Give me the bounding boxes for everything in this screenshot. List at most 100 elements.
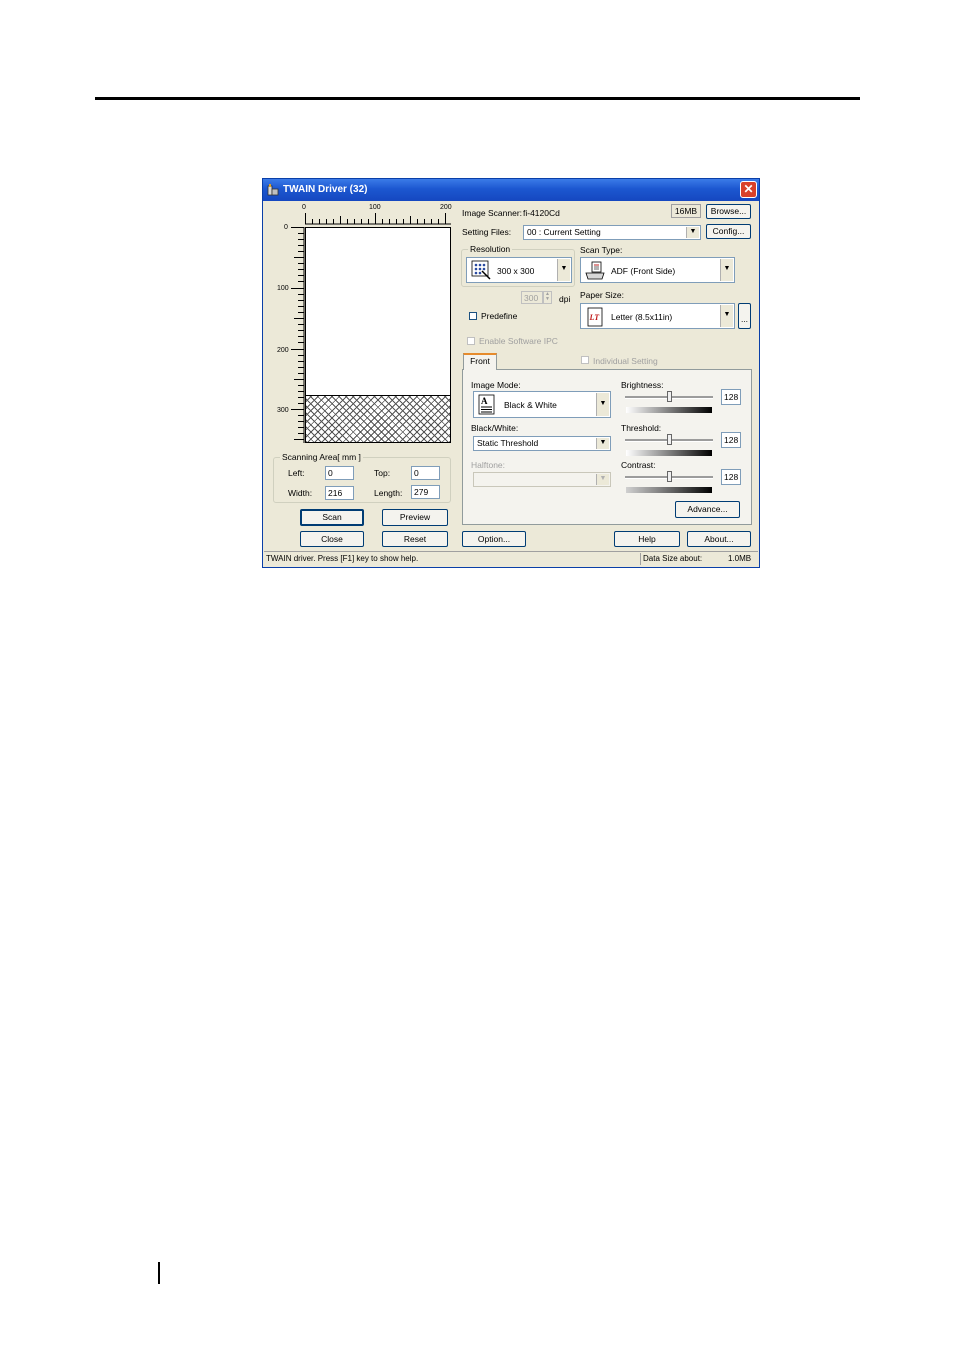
resolution-select[interactable]: 300 x 300 ▼ (466, 257, 572, 283)
svg-text:LT: LT (589, 313, 601, 322)
ruler-left-tick-label: 100 (277, 285, 289, 292)
chevron-down-icon: ▼ (596, 474, 609, 485)
status-help-text: TWAIN driver. Press [F1] key to show hel… (266, 554, 419, 563)
out-of-range-area (305, 395, 451, 443)
adf-scanner-icon (585, 261, 605, 280)
resolution-value: 300 x 300 (497, 266, 535, 276)
image-mode-value: Black & White (504, 400, 557, 410)
contrast-gradient (626, 487, 712, 493)
resolution-icon (471, 260, 491, 280)
contrast-input[interactable]: 128 (721, 469, 741, 485)
width-input[interactable]: 216 (325, 486, 354, 500)
image-mode-label: Image Mode: (471, 380, 521, 390)
status-data-size-value: 1.0MB (728, 554, 752, 563)
custom-dpi-input: 300 (521, 291, 543, 304)
black-white-mode-icon: A (478, 394, 495, 415)
advance-button[interactable]: Advance... (675, 501, 740, 518)
length-input[interactable]: 279 (411, 485, 440, 499)
ruler-left-ticks (291, 227, 305, 443)
reset-button[interactable]: Reset (382, 531, 448, 547)
brightness-slider[interactable] (625, 390, 713, 404)
close-icon: ✕ (743, 182, 754, 196)
chevron-down-icon[interactable]: ▼ (557, 259, 570, 281)
width-label: Width: (288, 488, 313, 498)
left-label: Left: (288, 468, 305, 478)
page-header-rule (95, 97, 860, 100)
paper-size-more-button[interactable]: ... (738, 303, 751, 329)
close-window-button[interactable]: ✕ (740, 181, 757, 198)
letter-paper-icon: LT (587, 307, 603, 327)
ruler-left-tick-label: 0 (284, 224, 288, 231)
predefine-checkbox[interactable] (469, 312, 477, 320)
enable-software-ipc-label: Enable Software IPC (479, 336, 558, 346)
paper-size-select[interactable]: LT Letter (8.5x11in) ▼ (580, 303, 735, 329)
svg-text:A: A (481, 396, 488, 406)
title-bar[interactable]: TWAIN Driver (32) ✕ (263, 179, 759, 201)
setting-files-label: Setting Files: (462, 227, 512, 237)
black-white-value: Static Threshold (477, 438, 539, 448)
ruler-top-ticks (305, 213, 451, 225)
ruler-left-tick-label: 300 (277, 407, 289, 414)
left-input[interactable]: 0 (325, 466, 354, 480)
status-bar: TWAIN driver. Press [F1] key to show hel… (264, 551, 758, 567)
top-input[interactable]: 0 (411, 466, 440, 480)
scan-button[interactable]: Scan (300, 509, 364, 526)
brightness-slider-thumb[interactable] (667, 391, 672, 402)
threshold-gradient (626, 450, 712, 456)
black-white-select[interactable]: Static Threshold ▼ (473, 436, 611, 451)
length-label: Length: (374, 488, 403, 498)
scanner-memory-text: 16MB (674, 206, 698, 216)
brightness-input[interactable]: 128 (721, 389, 741, 405)
brightness-gradient (626, 407, 712, 413)
about-button[interactable]: About... (687, 531, 751, 547)
ruler-left-tick-label: 200 (277, 347, 289, 354)
halftone-label: Halftone: (471, 460, 506, 470)
ruler-top-tick-label: 200 (440, 204, 452, 211)
chevron-down-icon[interactable]: ▼ (720, 305, 733, 327)
chevron-down-icon[interactable]: ▼ (720, 259, 733, 281)
option-button[interactable]: Option... (462, 531, 526, 547)
contrast-slider-thumb[interactable] (667, 471, 672, 482)
status-divider (640, 553, 641, 565)
custom-dpi-spinner: ▲ ▼ (543, 291, 552, 304)
config-button[interactable]: Config... (706, 224, 751, 239)
ruler-top-tick-label: 100 (369, 204, 381, 211)
dpi-label: dpi (559, 294, 571, 304)
scan-type-select[interactable]: ADF (Front Side) ▼ (580, 257, 735, 283)
close-button[interactable]: Close (300, 531, 364, 547)
threshold-input[interactable]: 128 (721, 432, 741, 448)
chevron-down-icon[interactable]: ▼ (596, 438, 609, 449)
image-mode-select[interactable]: A Black & White ▼ (473, 391, 611, 418)
horizontal-ruler: 0 100 200 (302, 203, 452, 225)
twain-driver-dialog: TWAIN Driver (32) ✕ 0 100 200 0 100 200 … (262, 178, 760, 568)
scanner-app-icon (267, 184, 279, 196)
scan-type-label: Scan Type: (580, 245, 623, 255)
status-data-size-label: Data Size about: (643, 554, 703, 563)
preview-button[interactable]: Preview (382, 509, 448, 526)
paper-size-value: Letter (8.5x11in) (611, 312, 673, 322)
enable-software-ipc-checkbox (467, 337, 475, 345)
individual-setting-label: Individual Setting (593, 356, 658, 366)
brightness-label: Brightness: (621, 380, 664, 390)
image-scanner-label: Image Scanner: (462, 208, 523, 218)
contrast-slider[interactable] (625, 470, 713, 484)
ruler-top-tick-label: 0 (302, 204, 306, 211)
tab-front-label: Front (470, 356, 490, 366)
setting-files-value: 00 : Current Setting (527, 227, 601, 237)
paper-size-label: Paper Size: (580, 290, 624, 300)
setting-files-select[interactable]: 00 : Current Setting ▼ (523, 225, 701, 240)
tab-front[interactable]: Front (463, 353, 497, 370)
threshold-label: Threshold: (621, 423, 662, 433)
individual-setting-checkbox (581, 356, 589, 364)
predefine-label: Predefine (481, 311, 518, 321)
page-margin-mark (158, 1262, 160, 1284)
browse-button[interactable]: Browse... (706, 204, 751, 219)
help-button[interactable]: Help (614, 531, 680, 547)
threshold-slider[interactable] (625, 433, 713, 447)
chevron-down-icon[interactable]: ▼ (686, 227, 699, 238)
threshold-slider-thumb[interactable] (667, 434, 672, 445)
chevron-down-icon[interactable]: ▼ (596, 393, 609, 416)
contrast-label: Contrast: (621, 460, 656, 470)
scan-preview-area[interactable] (305, 227, 451, 395)
halftone-select: ▼ (473, 472, 611, 487)
